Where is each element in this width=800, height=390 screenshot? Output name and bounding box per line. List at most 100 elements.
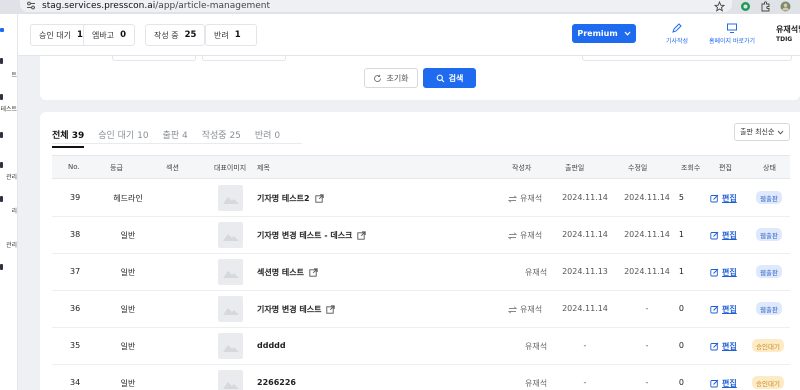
image-placeholder-icon [222, 197, 239, 204]
row-grade: 일반 [120, 305, 136, 314]
row-thumbnail[interactable] [218, 185, 243, 211]
row-title: 기자명 변경 테스트 [257, 305, 322, 314]
tab-all[interactable]: 전체 39 [52, 128, 85, 148]
col-status: 상태 [763, 164, 776, 172]
row-grade: 일반 [120, 231, 136, 240]
row-title-link[interactable]: 2266226 [257, 378, 296, 387]
site-info-icon[interactable] [26, 1, 36, 10]
sidebar-item-4[interactable]: 리 [0, 206, 18, 215]
row-thumbnail[interactable] [218, 259, 243, 285]
table-row[interactable]: 38 일반 기자명 변경 테스트 - 데스크 유재석 2024.11.14 2024.11… [52, 217, 790, 254]
external-link-icon[interactable] [309, 268, 318, 277]
tab-rejected[interactable]: 반려 0 [255, 128, 280, 148]
sidebar-icon-6 [0, 264, 3, 270]
row-thumbnail[interactable] [218, 333, 243, 359]
stat-writing[interactable]: 작성 중 25 [145, 24, 206, 46]
filter-field-1[interactable] [112, 56, 196, 61]
row-edit-button[interactable]: 편집 [710, 304, 737, 315]
row-author: 유재석 [525, 379, 548, 388]
row-published: - [583, 341, 587, 350]
row-status-badge: 웹출판 [756, 191, 782, 204]
table-row[interactable]: 34 일반 2266226 유재석 - - 0 편집 승인대기 [52, 365, 790, 390]
tab-pending[interactable]: 승인 대기 10 [98, 128, 148, 148]
stat-rejected[interactable]: 반려 1 [205, 24, 257, 46]
premium-button[interactable]: Premium [572, 24, 636, 43]
row-title-link[interactable]: 섹션명 테스트 [257, 267, 318, 278]
row-title-link[interactable]: 기자명 변경 테스트 [257, 304, 336, 315]
premium-label: Premium [577, 29, 618, 38]
sidebar-item-3[interactable]: 관리 [0, 172, 18, 181]
row-edit-button[interactable]: 편집 [710, 267, 737, 278]
reset-button[interactable]: 초기화 [364, 68, 418, 88]
row-modified: 2024.11.14 [624, 193, 670, 202]
row-edit-button[interactable]: 편집 [710, 378, 737, 389]
sidebar-item-1[interactable]: 트 [0, 70, 18, 79]
row-status-badge: 웹출판 [756, 302, 782, 315]
stat-value: 25 [184, 30, 197, 40]
tab-published[interactable]: 출판 4 [163, 128, 188, 148]
table-row[interactable]: 37 일반 섹션명 테스트 유재석 2024.11.13 2024.11.14 1 편집 웹출판 [52, 254, 790, 291]
external-link-icon[interactable] [314, 194, 324, 203]
row-published: 2024.11.14 [562, 193, 608, 202]
edit-icon [710, 379, 719, 388]
row-title: 섹션명 테스트 [257, 268, 304, 277]
bookmark-star-icon[interactable] [714, 1, 725, 12]
swap-arrows-icon [508, 194, 517, 203]
row-views: 0 [678, 341, 684, 350]
refresh-icon [374, 74, 382, 82]
edit-icon [710, 268, 719, 277]
filter-field-3[interactable] [582, 56, 792, 61]
sort-select[interactable]: 출판 최신순 [734, 123, 790, 141]
tab-writing[interactable]: 작성중 25 [202, 128, 241, 148]
image-placeholder-icon [222, 234, 239, 241]
profile-avatar-icon[interactable] [780, 1, 791, 12]
address-bar[interactable]: stag.services.presscon.ai/app/article-ma… [20, 0, 732, 12]
row-edit-button[interactable]: 편집 [710, 230, 737, 241]
tabs-divider [52, 143, 302, 144]
user-name[interactable]: 유재석님 [776, 24, 800, 35]
row-published: 2024.11.13 [562, 267, 608, 276]
write-article-button[interactable]: 기사작성 [662, 22, 692, 45]
row-views: 5 [678, 193, 684, 202]
pencil-icon [672, 23, 682, 33]
col-modified: 수정일 [628, 164, 648, 172]
row-title-link[interactable]: ddddd [257, 341, 286, 350]
app-logo-icon[interactable] [0, 28, 4, 32]
row-title-link[interactable]: 기자명 변경 테스트 - 데스크 [257, 230, 367, 241]
row-thumbnail[interactable] [218, 296, 243, 322]
stat-label: 반려 [214, 30, 229, 40]
sidebar-icon-1 [0, 58, 3, 64]
col-section: 섹션 [166, 164, 179, 172]
row-title: 2266226 [257, 378, 296, 387]
row-author: 유재석 [525, 342, 548, 351]
homepage-link-button[interactable]: 홈페이지 바로가기 [708, 22, 756, 45]
row-edit-button[interactable]: 편집 [710, 193, 737, 204]
stat-label: 작성 중 [154, 30, 179, 40]
col-grade: 등급 [110, 164, 123, 172]
stat-embargo[interactable]: 엠바고 0 [83, 24, 136, 46]
row-thumbnail[interactable] [218, 222, 243, 248]
extensions-puzzle-icon[interactable] [760, 1, 771, 12]
row-thumbnail[interactable] [218, 370, 243, 390]
search-button[interactable]: 검색 [423, 68, 476, 88]
table-row[interactable]: 39 헤드라인 기자명 테스트2 유재석 2024.11.14 2024.11.14 5 편집… [52, 180, 790, 217]
row-grade: 일반 [120, 379, 136, 388]
chevron-down-icon [624, 31, 631, 36]
row-title-link[interactable]: 기자명 테스트2 [257, 193, 324, 204]
external-link-icon[interactable] [326, 305, 336, 314]
row-no: 39 [70, 193, 81, 202]
table-header: No. 등급 섹션 대표이미지 제목 작성자 출판일 수정일 조회수 편집 상태 [52, 155, 790, 179]
row-edit-button[interactable]: 편집 [710, 341, 737, 352]
row-grade: 헤드라인 [113, 194, 143, 203]
row-views: 0 [678, 378, 684, 387]
external-link-icon[interactable] [357, 231, 367, 240]
filter-field-2[interactable] [202, 56, 286, 61]
sidebar-item-2[interactable]: 테스트 [0, 104, 18, 113]
table-row[interactable]: 36 일반 기자명 변경 테스트 유재석 2024.11.14 - 0 편집 웹출판 [52, 291, 790, 328]
browser-toolbar: stag.services.presscon.ai/app/article-ma… [0, 0, 800, 14]
extension-green-icon[interactable] [740, 1, 751, 12]
table-row[interactable]: 35 일반 ddddd 유재석 - - 0 편집 승인대기 [52, 328, 790, 365]
row-modified: 2024.11.14 [624, 267, 670, 276]
sidebar-item-5[interactable]: 관리 [0, 240, 18, 249]
search-icon [436, 74, 445, 82]
